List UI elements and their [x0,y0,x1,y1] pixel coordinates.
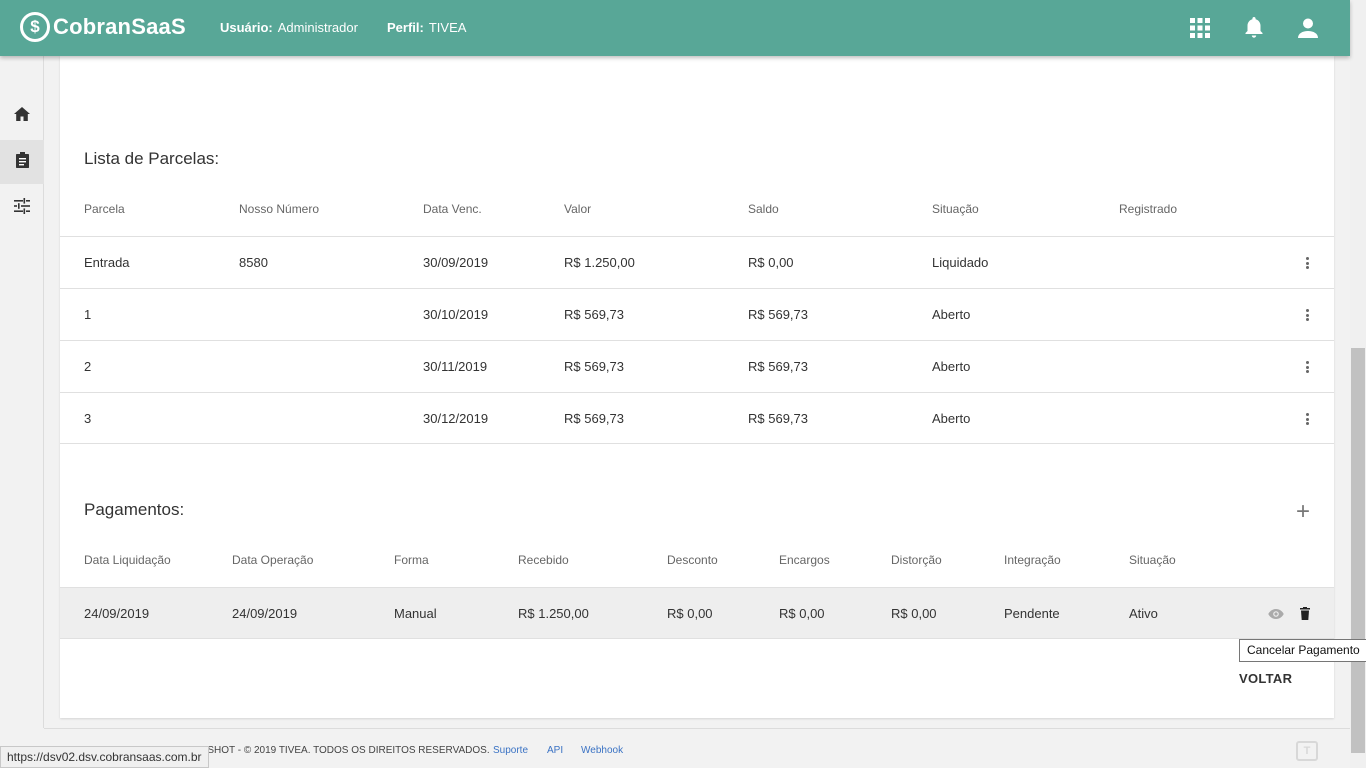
add-payment-button[interactable]: + [1296,500,1310,524]
col-situacao-pag: Situação [1129,553,1176,567]
col-parcela: Parcela [84,202,125,216]
cell-saldo: R$ 569,73 [748,307,808,322]
apps-grid-icon[interactable] [1188,16,1212,40]
col-recebido: Recebido [518,553,569,567]
profile-value: TIVEA [428,20,467,35]
cell-forma: Manual [394,606,437,621]
cell-parcela: Entrada [84,255,130,270]
cell-valor: R$ 569,73 [564,359,624,374]
clipboard-icon [15,151,29,173]
cell-distorcao: R$ 0,00 [891,606,937,621]
col-situacao: Situação [932,202,979,216]
col-data-operacao: Data Operação [232,553,314,567]
cell-data-venc: 30/10/2019 [423,307,489,322]
scrollbar-thumb[interactable] [1351,348,1365,753]
col-desconto: Desconto [667,553,718,567]
bell-icon[interactable] [1242,16,1266,40]
tivea-logo: T [1296,741,1318,761]
user-value: Administrador [277,20,358,35]
content-card: Lista de Parcelas: Parcela Nosso Número … [60,56,1334,718]
cell-situacao: Aberto [932,307,971,322]
cell-parcela: 2 [84,359,92,374]
cell-valor: R$ 569,73 [564,307,624,322]
cancel-payment-tooltip: Cancelar Pagamento [1239,639,1366,662]
cell-parcela: 3 [84,411,92,426]
col-saldo: Saldo [748,202,779,216]
top-app-bar: $ CobranSaaS Usuário: Administrador Perfi… [0,0,1350,56]
more-vert-icon[interactable] [1300,307,1314,323]
app-logo[interactable]: $ CobranSaaS [20,12,186,42]
view-eye-icon[interactable] [1268,607,1284,625]
cell-nosso-numero: 8580 [239,255,268,270]
col-valor: Valor [564,202,592,216]
cell-integracao: Pendente [1004,606,1060,621]
sliders-icon [14,197,30,219]
cell-situacao: Aberto [932,359,971,374]
footer-link-api[interactable]: API [547,745,563,756]
col-data-liquidacao: Data Liquidação [84,553,171,567]
side-nav [0,56,44,728]
parcelas-title: Lista de Parcelas: [84,149,220,168]
logo-coin-icon: $ [20,12,50,42]
col-integracao: Integração [1004,553,1061,567]
sidebar-item-home[interactable] [0,94,44,138]
page-footer: APSHOT - © 2019 TIVEA. TODOS OS DIREITOS… [44,728,1350,768]
more-vert-icon[interactable] [1300,411,1314,427]
col-distorcao: Distorção [891,553,942,567]
table-row[interactable]: Entrada 8580 30/09/2019 R$ 1.250,00 R$ 0… [60,236,1334,288]
footer-link-webhook[interactable]: Webhook [581,745,623,756]
cell-data-venc: 30/11/2019 [423,359,488,374]
pagamentos-title: Pagamentos: [84,500,185,519]
more-vert-icon[interactable] [1300,359,1314,375]
cell-recebido: R$ 1.250,00 [518,606,589,621]
cell-data-liquidacao: 24/09/2019 [84,606,150,621]
cell-data-operacao: 24/09/2019 [232,606,298,621]
cell-desconto: R$ 0,00 [667,606,713,621]
cell-encargos: R$ 0,00 [779,606,825,621]
cell-saldo: R$ 569,73 [748,359,808,374]
account-icon[interactable] [1296,16,1320,40]
footer-link-suporte[interactable]: Suporte [493,745,528,756]
cell-parcela: 1 [84,307,92,322]
col-forma: Forma [394,553,429,567]
cell-situacao: Liquidado [932,255,989,270]
cell-saldo: R$ 569,73 [748,411,808,426]
cell-data-venc: 30/12/2019 [423,411,489,426]
table-row[interactable]: 3 30/12/2019 R$ 569,73 R$ 569,73 Aberto [60,392,1334,444]
back-button[interactable]: VOLTAR [1239,671,1292,686]
more-vert-icon[interactable] [1300,255,1314,271]
sidebar-item-settings[interactable] [0,186,44,230]
col-encargos: Encargos [779,553,830,567]
profile-label: Perfil: [387,20,424,35]
delete-trash-icon[interactable] [1300,607,1310,625]
cell-saldo: R$ 0,00 [748,255,794,270]
table-row[interactable]: 2 30/11/2019 R$ 569,73 R$ 569,73 Aberto [60,340,1334,392]
col-registrado: Registrado [1119,202,1178,216]
cell-situacao: Aberto [932,411,971,426]
sidebar-item-contracts[interactable] [0,140,44,184]
cell-valor: R$ 569,73 [564,411,624,426]
footer-copyright: APSHOT - © 2019 TIVEA. TODOS OS DIREITOS… [194,745,490,756]
table-row[interactable]: 1 30/10/2019 R$ 569,73 R$ 569,73 Aberto [60,288,1334,340]
table-row[interactable]: 24/09/2019 24/09/2019 Manual R$ 1.250,00… [60,587,1334,639]
home-icon [14,106,30,126]
cell-data-venc: 30/09/2019 [423,255,489,270]
browser-status-url: https://dsv02.dsv.cobransaas.com.br [0,746,209,768]
profile-info: Perfil: TIVEA [387,20,466,35]
cell-valor: R$ 1.250,00 [564,255,635,270]
user-label: Usuário: [220,20,273,35]
user-info: Usuário: Administrador [220,20,358,35]
cell-situacao-pag: Ativo [1129,606,1158,621]
logo-text: CobranSaaS [53,14,186,39]
col-data-venc: Data Venc. [423,202,482,216]
col-nosso-numero: Nosso Número [239,202,320,216]
